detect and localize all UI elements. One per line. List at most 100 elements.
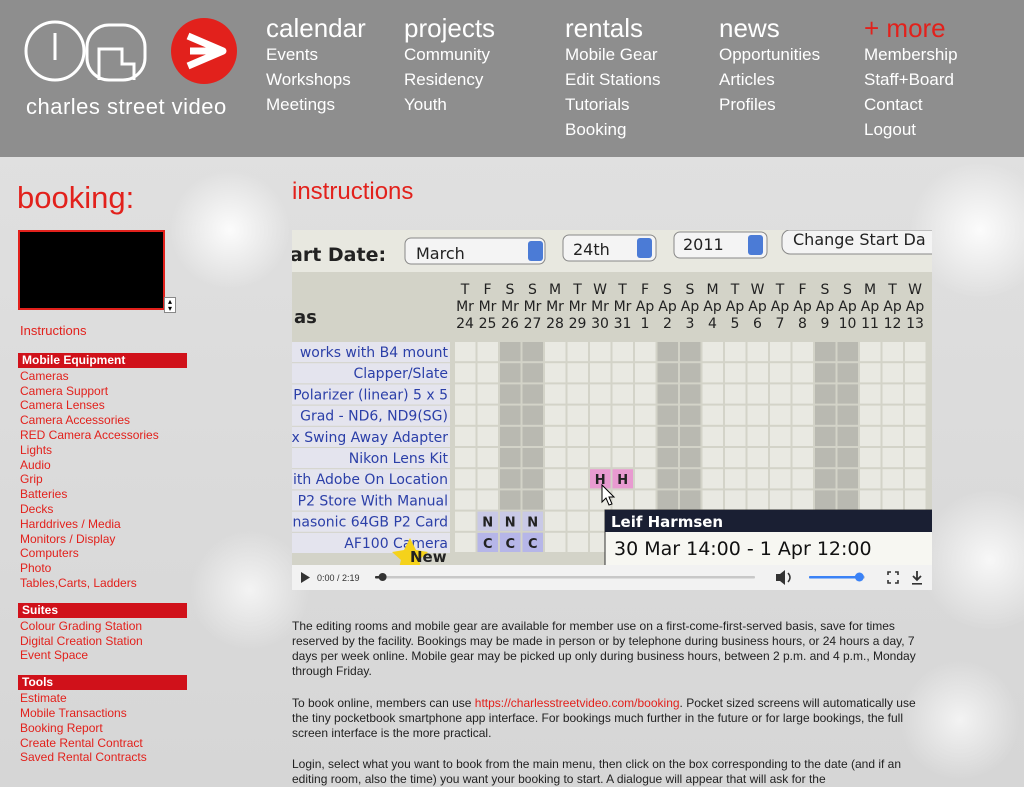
- booking-cell[interactable]: [567, 405, 589, 425]
- booking-cell[interactable]: [882, 384, 904, 404]
- booking-cell[interactable]: [905, 448, 926, 468]
- booking-cell[interactable]: [590, 384, 611, 404]
- booking-cell[interactable]: [860, 469, 881, 489]
- booking-cell[interactable]: [702, 405, 724, 425]
- booking-cell[interactable]: [860, 342, 881, 362]
- booking-cell[interactable]: [635, 469, 656, 489]
- sidebar-link[interactable]: Event Space: [20, 648, 186, 663]
- booking-cell[interactable]: [905, 384, 926, 404]
- booking-cell[interactable]: [612, 405, 634, 425]
- booking-cell[interactable]: [770, 469, 791, 489]
- booking-cell[interactable]: [455, 511, 476, 531]
- booking-cell[interactable]: [545, 532, 566, 552]
- booking-cell[interactable]: [815, 448, 836, 468]
- booking-cell[interactable]: [455, 469, 476, 489]
- booking-cell[interactable]: [500, 405, 521, 425]
- booking-cell[interactable]: [860, 448, 881, 468]
- booking-cell[interactable]: [477, 448, 499, 468]
- booking-cell[interactable]: [747, 490, 769, 510]
- booking-cell[interactable]: [680, 342, 701, 362]
- booking-cell[interactable]: [612, 448, 634, 468]
- booking-cell[interactable]: [500, 363, 521, 383]
- nav-item[interactable]: Events: [266, 42, 366, 67]
- booking-cell[interactable]: [792, 363, 814, 383]
- booking-cell[interactable]: [702, 448, 724, 468]
- booking-cell[interactable]: [815, 490, 836, 510]
- booking-cell[interactable]: [882, 405, 904, 425]
- booking-cell[interactable]: [702, 469, 724, 489]
- booking-cell[interactable]: [792, 490, 814, 510]
- booking-cell[interactable]: [500, 384, 521, 404]
- booking-cell[interactable]: [680, 426, 701, 446]
- booking-cell[interactable]: [860, 384, 881, 404]
- booking-cell[interactable]: [725, 384, 746, 404]
- booking-cell[interactable]: [477, 363, 499, 383]
- booking-cell[interactable]: [522, 469, 544, 489]
- booking-cell[interactable]: [635, 426, 656, 446]
- sidebar-link[interactable]: Decks: [20, 502, 186, 517]
- sidebar-link[interactable]: Camera Support: [20, 384, 186, 399]
- booking-cell[interactable]: [612, 342, 634, 362]
- booking-cell[interactable]: [477, 469, 499, 489]
- booking-cell[interactable]: [680, 448, 701, 468]
- booking-cell[interactable]: [590, 363, 611, 383]
- sidebar-link[interactable]: Digital Creation Station: [20, 634, 186, 649]
- booking-cell[interactable]: [882, 363, 904, 383]
- booking-cell[interactable]: [905, 426, 926, 446]
- booking-cell[interactable]: [882, 342, 904, 362]
- booking-cell[interactable]: [612, 384, 634, 404]
- nav-item[interactable]: Contact: [864, 92, 958, 117]
- sidebar-link[interactable]: Harddrives / Media: [20, 517, 186, 532]
- booking-cell[interactable]: [680, 469, 701, 489]
- booking-cell[interactable]: [635, 405, 656, 425]
- booking-cell[interactable]: [792, 384, 814, 404]
- sidebar-link[interactable]: Mobile Transactions: [20, 706, 186, 721]
- nav-heading[interactable]: projects: [404, 14, 495, 42]
- booking-cell[interactable]: [612, 490, 634, 510]
- booking-cell[interactable]: [545, 469, 566, 489]
- booking-cell[interactable]: [545, 511, 566, 531]
- booking-cell[interactable]: [702, 490, 724, 510]
- sidebar-link[interactable]: RED Camera Accessories: [20, 428, 186, 443]
- booking-cell[interactable]: [612, 363, 634, 383]
- nav-item[interactable]: Membership: [864, 42, 958, 67]
- booking-cell[interactable]: [635, 342, 656, 362]
- booking-cell[interactable]: [815, 363, 836, 383]
- booking-cell[interactable]: [837, 405, 859, 425]
- booking-cell[interactable]: [725, 426, 746, 446]
- booking-cell[interactable]: [837, 469, 859, 489]
- nav-item[interactable]: Opportunities: [719, 42, 820, 67]
- booking-cell[interactable]: [612, 426, 634, 446]
- booking-cell[interactable]: [590, 342, 611, 362]
- volume-icon[interactable]: [776, 570, 791, 585]
- seek-bar[interactable]: [375, 576, 755, 579]
- booking-cell[interactable]: [635, 490, 656, 510]
- nav-item[interactable]: Mobile Gear: [565, 42, 660, 67]
- booking-cell[interactable]: [792, 342, 814, 362]
- booking-cell[interactable]: [657, 363, 679, 383]
- nav-item[interactable]: Logout: [864, 117, 958, 142]
- nav-item[interactable]: Profiles: [719, 92, 820, 117]
- booking-cell[interactable]: [702, 426, 724, 446]
- booking-cell[interactable]: [477, 426, 499, 446]
- booking-cell[interactable]: [725, 469, 746, 489]
- booking-cell[interactable]: [567, 490, 589, 510]
- booking-cell[interactable]: [500, 490, 521, 510]
- booking-cell[interactable]: [792, 405, 814, 425]
- booking-cell[interactable]: [477, 384, 499, 404]
- booking-cell[interactable]: [500, 342, 521, 362]
- booking-cell[interactable]: [837, 448, 859, 468]
- booking-cell[interactable]: [590, 405, 611, 425]
- booking-cell[interactable]: [567, 426, 589, 446]
- nav-item[interactable]: Booking: [565, 117, 660, 142]
- booking-cell[interactable]: [545, 384, 566, 404]
- booking-cell[interactable]: [770, 405, 791, 425]
- booking-cell[interactable]: [747, 448, 769, 468]
- booking-cell[interactable]: [815, 405, 836, 425]
- booking-cell[interactable]: [455, 384, 476, 404]
- booking-cell[interactable]: [657, 448, 679, 468]
- booking-cell[interactable]: [747, 342, 769, 362]
- booking-cell[interactable]: [477, 490, 499, 510]
- sidebar-link[interactable]: Tables,Carts, Ladders: [20, 576, 186, 591]
- booking-cell[interactable]: [455, 448, 476, 468]
